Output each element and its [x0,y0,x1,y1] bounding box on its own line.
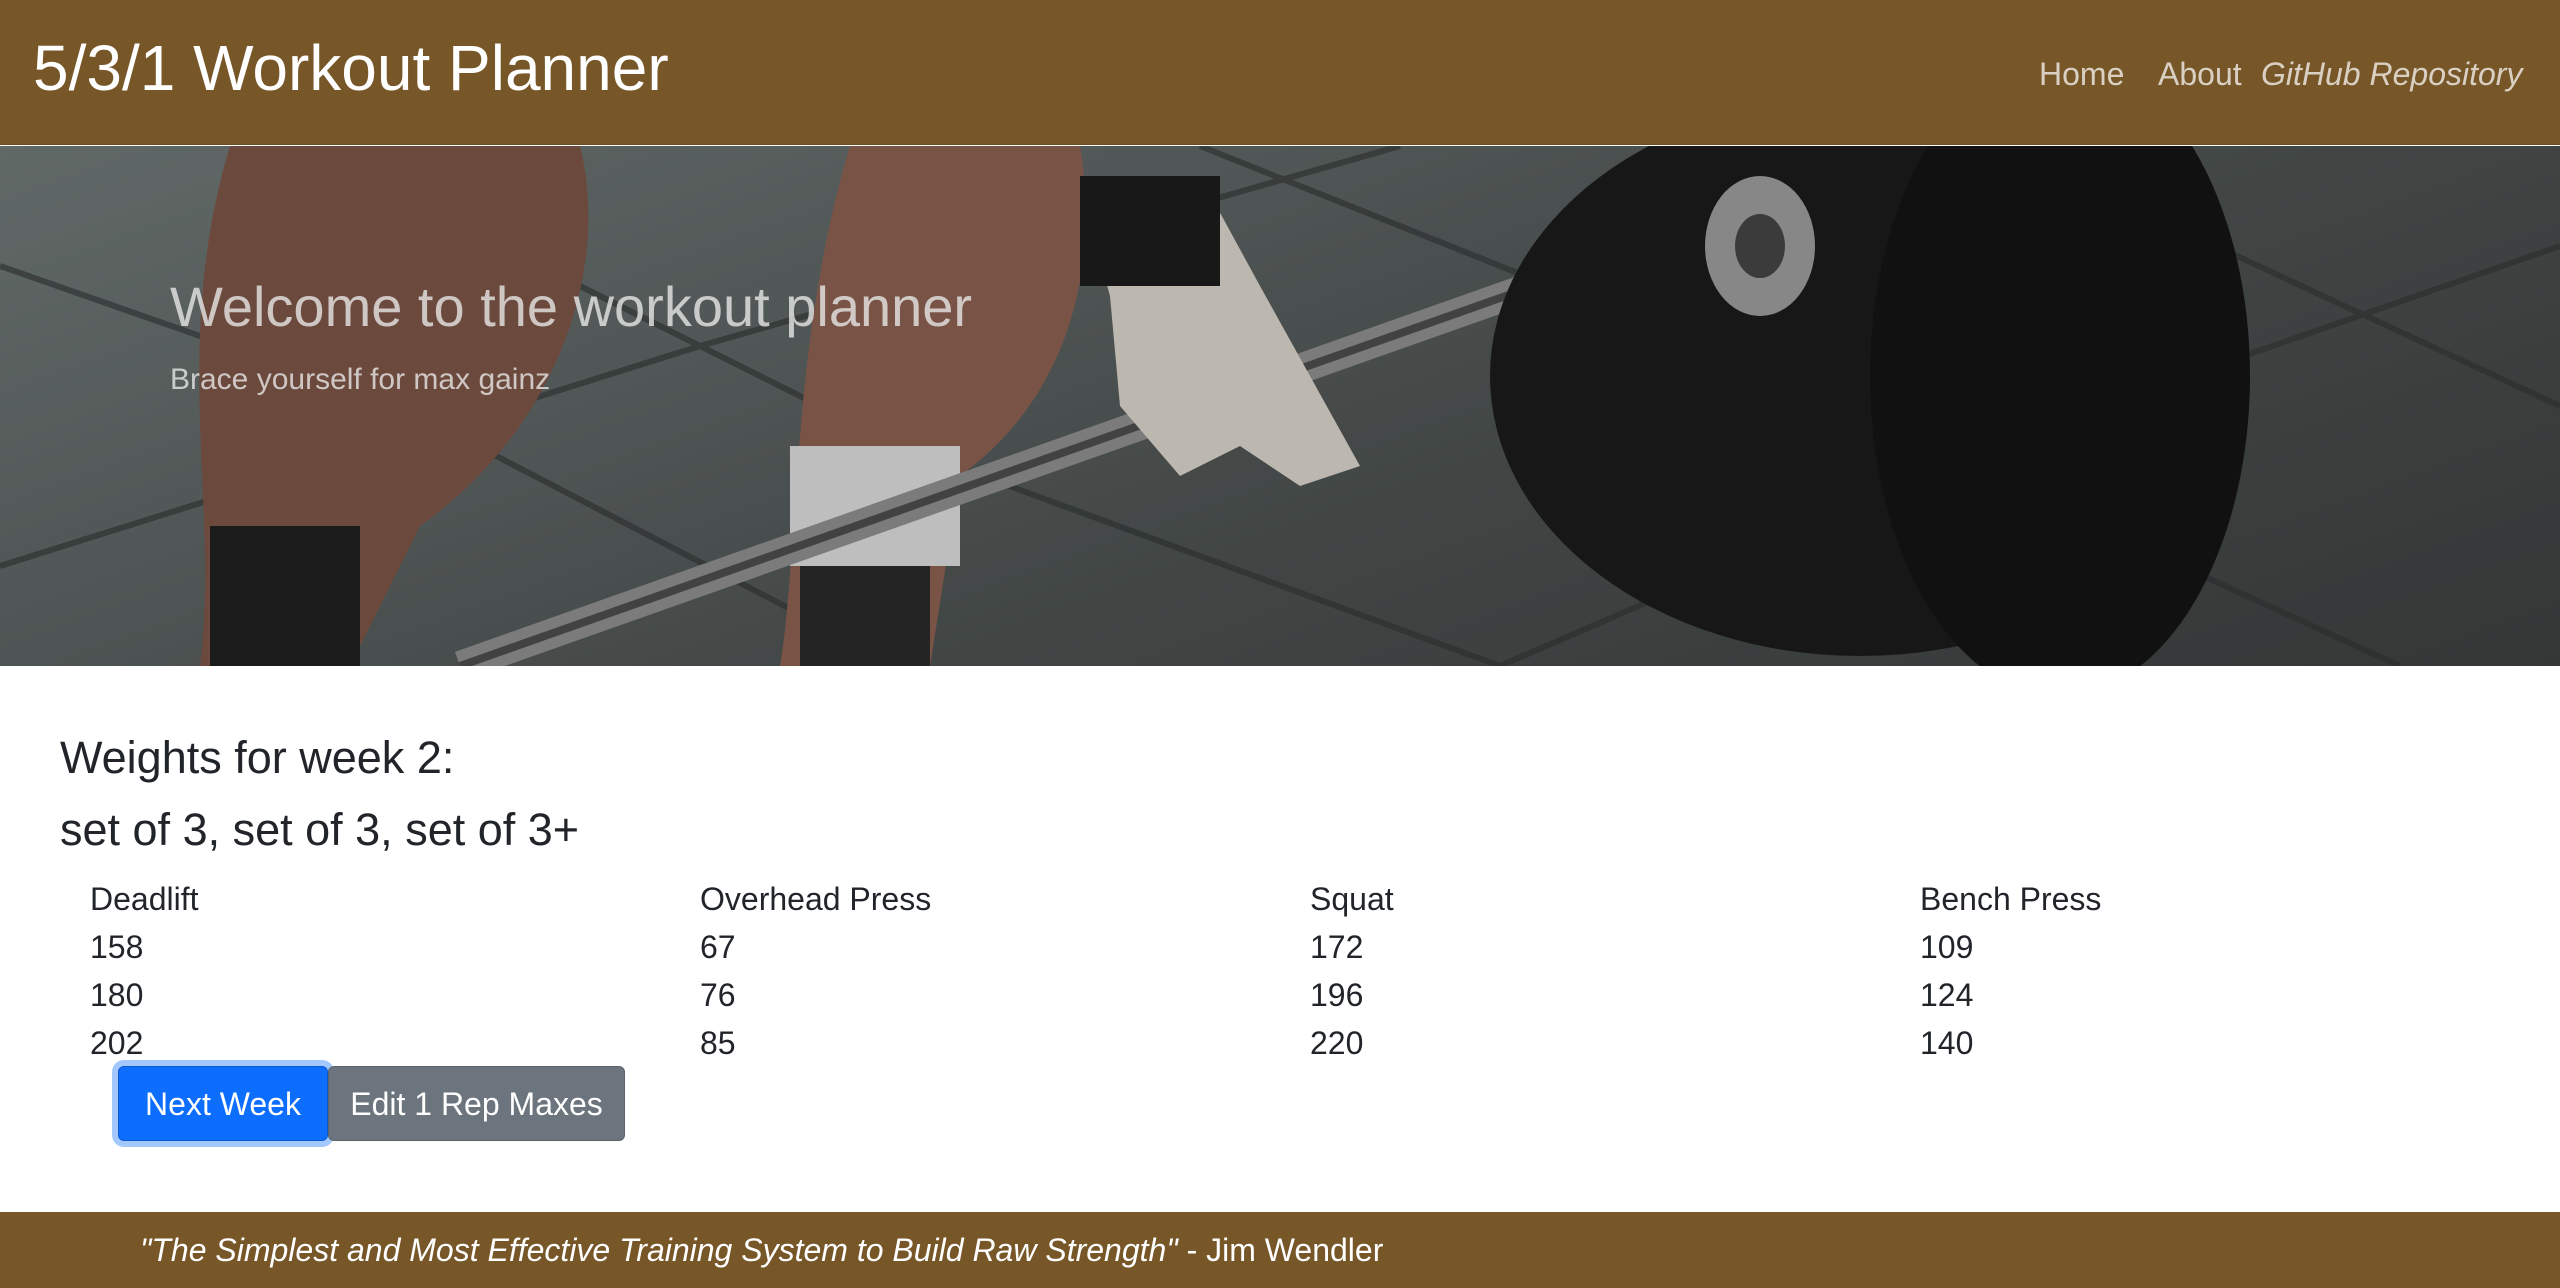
weight-value: 196 [1310,977,1364,1013]
column-header: Squat [1310,881,1394,917]
next-week-button[interactable]: Next Week [118,1066,328,1141]
nav-link-about[interactable]: About [2158,52,2242,96]
hero-title: Welcome to the workout planner [170,275,973,338]
week-heading: Weights for week 2: [60,732,455,783]
week-sets: set of 3, set of 3, set of 3+ [60,804,580,855]
nav-link-home[interactable]: Home [2039,52,2124,96]
column-overhead-press: Overhead Press 67 76 85 [700,875,1300,1067]
quote-text: "The Simplest and Most Effective Trainin… [140,1232,1178,1268]
column-squat: Squat 172 196 220 [1310,875,1910,1067]
column-bench-press: Bench Press 109 124 140 [1920,875,2520,1067]
weight-value: 180 [90,977,144,1013]
nav-link-github[interactable]: GitHub Repository [2261,52,2522,96]
hero-banner: Welcome to the workout planner Brace you… [0,146,2560,666]
weight-value: 158 [90,929,144,965]
weight-value: 220 [1310,1025,1364,1061]
weight-value: 76 [700,977,736,1013]
weight-value: 202 [90,1025,144,1061]
quote-author: - Jim Wendler [1177,1232,1384,1268]
weight-value: 140 [1920,1025,1974,1061]
weight-value: 67 [700,929,736,965]
hero-background-image [0,146,2560,666]
column-header: Bench Press [1920,881,2102,917]
weight-value: 109 [1920,929,1974,965]
navbar: 5/3/1 Workout Planner Home About GitHub … [0,0,2560,145]
column-deadlift: Deadlift 158 180 202 [90,875,690,1067]
hero-subtitle: Brace yourself for max gainz [170,363,551,396]
weight-value: 172 [1310,929,1364,965]
brand-title[interactable]: 5/3/1 Workout Planner [33,28,669,108]
footer: "The Simplest and Most Effective Trainin… [0,1212,2560,1288]
weight-value: 124 [1920,977,1974,1013]
column-header: Overhead Press [700,881,932,917]
edit-maxes-button[interactable]: Edit 1 Rep Maxes [328,1066,625,1141]
footer-quote: "The Simplest and Most Effective Trainin… [140,1228,1383,1272]
column-header: Deadlift [90,881,199,917]
weight-value: 85 [700,1025,736,1061]
